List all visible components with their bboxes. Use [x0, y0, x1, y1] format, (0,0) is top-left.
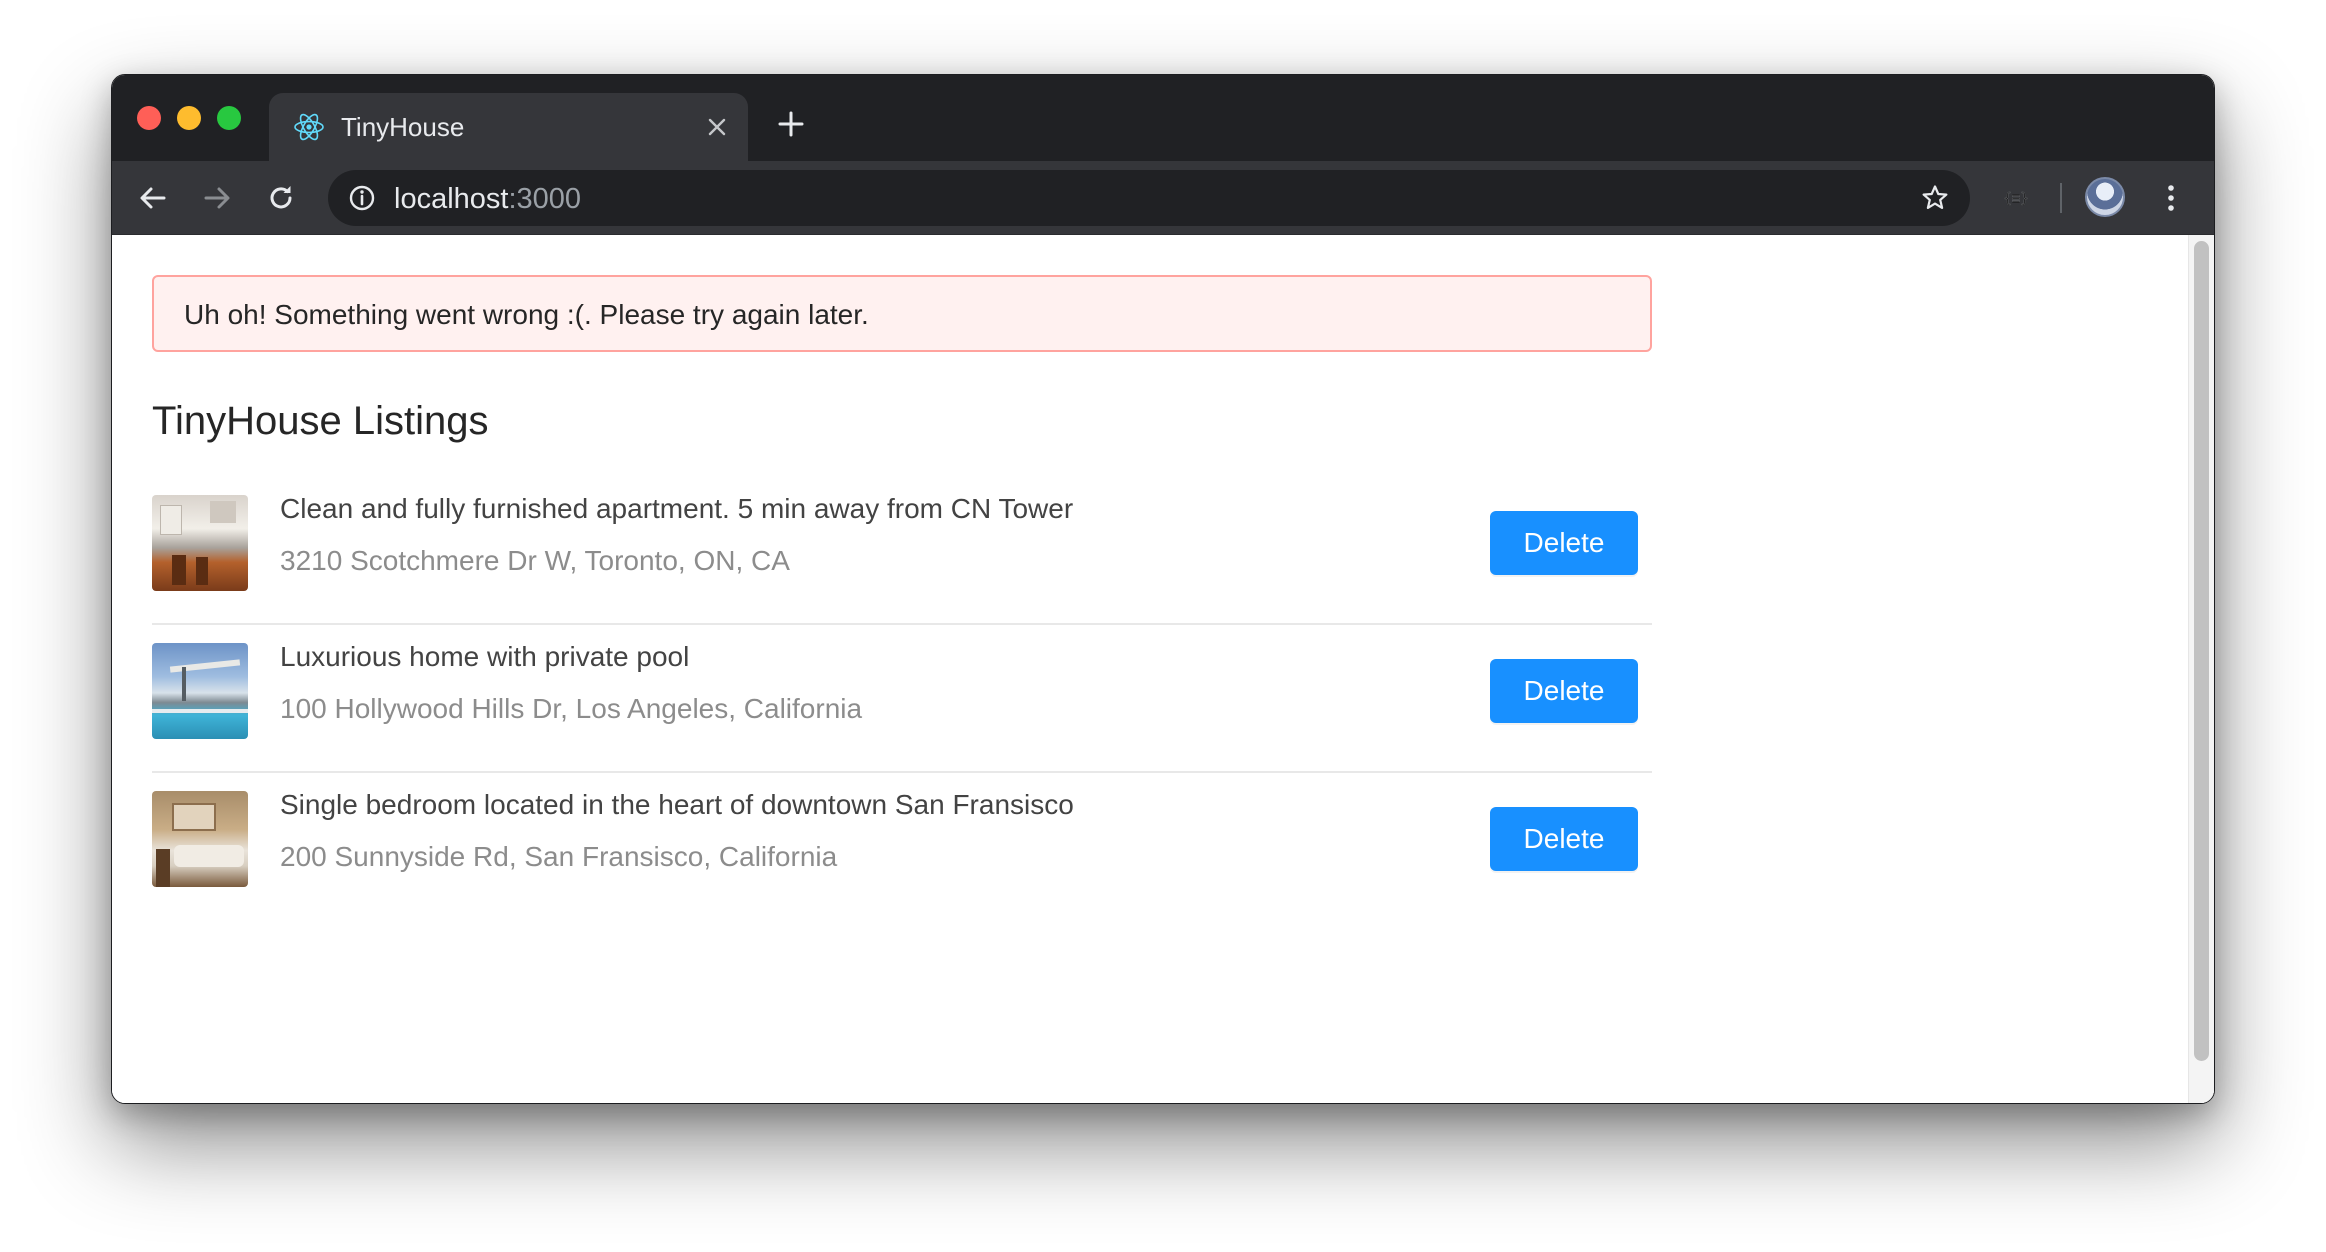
back-arrow-icon[interactable]: [136, 181, 170, 215]
star-icon[interactable]: [1920, 183, 1950, 213]
tab-title: TinyHouse: [341, 112, 465, 142]
page-title: TinyHouse Listings: [152, 399, 489, 443]
browser-window: TinyHouse localhost:3000 {≡} {≡} Uh oh! …: [111, 74, 2215, 1104]
close-window-button[interactable]: [137, 106, 161, 130]
listing-address: 3210 Scotchmere Dr W, Toronto, ON, CA: [280, 545, 790, 576]
plus-icon[interactable]: [776, 109, 806, 139]
toolbar-separator: [2060, 183, 2062, 213]
listing-image: [152, 643, 248, 739]
delete-button[interactable]: Delete: [1490, 659, 1638, 723]
url-host: localhost: [394, 183, 509, 215]
tab-strip: TinyHouse: [112, 75, 2214, 161]
list-item: Single bedroom located in the heart of d…: [152, 775, 1652, 921]
listing-image: [152, 791, 248, 887]
reload-icon[interactable]: [264, 181, 298, 215]
more-vert-icon[interactable]: [2154, 181, 2188, 215]
listing-address: 100 Hollywood Hills Dr, Los Angeles, Cal…: [280, 693, 863, 724]
minimize-window-button[interactable]: [177, 106, 201, 130]
info-icon[interactable]: [348, 184, 376, 212]
address-bar[interactable]: localhost:3000: [328, 170, 1970, 226]
listing-title: Clean and fully furnished apartment. 5 m…: [280, 493, 1074, 524]
url-port: :3000: [508, 183, 582, 215]
list-item: Clean and fully furnished apartment. 5 m…: [152, 479, 1652, 625]
extension-icon[interactable]: {≡} {≡}: [1997, 181, 2035, 215]
scrollbar[interactable]: [2188, 235, 2214, 1103]
maximize-window-button[interactable]: [217, 106, 241, 130]
listing-image: [152, 495, 248, 591]
delete-button[interactable]: Delete: [1490, 511, 1638, 575]
url-text: localhost:3000: [394, 183, 581, 216]
listing-address: 200 Sunnyside Rd, San Fransisco, Califor…: [280, 841, 838, 872]
alert-message: Uh oh! Something went wrong :(. Please t…: [184, 299, 869, 330]
page-viewport: Uh oh! Something went wrong :(. Please t…: [112, 235, 2214, 1103]
listing-title: Luxurious home with private pool: [280, 641, 690, 672]
listing-title: Single bedroom located in the heart of d…: [280, 789, 1074, 820]
react-logo-icon: [294, 113, 324, 141]
scrollbar-thumb[interactable]: [2194, 241, 2209, 1061]
avatar[interactable]: [2085, 177, 2125, 217]
tab-tinyhouse[interactable]: TinyHouse: [269, 93, 748, 161]
forward-arrow-icon[interactable]: [200, 181, 234, 215]
delete-button[interactable]: Delete: [1490, 807, 1638, 871]
error-alert: Uh oh! Something went wrong :(. Please t…: [152, 275, 1652, 352]
toolbar: localhost:3000 {≡} {≡}: [112, 161, 2214, 235]
svg-text:{≡}: {≡}: [2003, 191, 2028, 207]
list-item: Luxurious home with private pool 100 Hol…: [152, 627, 1652, 773]
close-icon[interactable]: [705, 115, 729, 139]
